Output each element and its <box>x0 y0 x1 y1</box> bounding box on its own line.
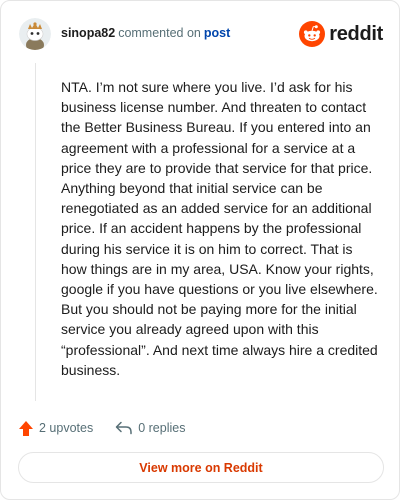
comment-meta: sinopa82 commented on post <box>61 25 230 41</box>
reddit-comment-embed-card: sinopa82 commented on post reddit NTA. I’m… <box>0 0 400 500</box>
username-link[interactable]: sinopa82 <box>61 26 115 40</box>
reddit-wordmark: reddit <box>329 22 383 45</box>
snoo-avatar-icon <box>19 18 51 50</box>
upvote-arrow-icon <box>19 420 33 436</box>
view-more-button[interactable]: View more on Reddit <box>18 452 384 483</box>
upvote-count: 2 upvotes <box>39 421 94 435</box>
reddit-logo[interactable]: reddit <box>299 21 383 47</box>
comment-header: sinopa82 commented on post reddit <box>19 17 383 51</box>
replies-button[interactable]: 0 replies <box>115 421 185 435</box>
reply-arrow-icon <box>115 421 132 435</box>
reply-count: 0 replies <box>138 421 186 435</box>
upvote-button[interactable]: 2 upvotes <box>18 420 93 437</box>
user-avatar[interactable] <box>19 18 51 50</box>
comment-body: NTA. I’m not sure where you live. I’d as… <box>61 79 378 378</box>
thread-line <box>35 63 36 401</box>
reddit-snoo-icon <box>299 21 326 47</box>
comment-action-text: commented on <box>118 26 201 40</box>
comment-actions: 2 upvotes 0 replies <box>18 418 185 438</box>
post-link[interactable]: post <box>204 26 230 40</box>
